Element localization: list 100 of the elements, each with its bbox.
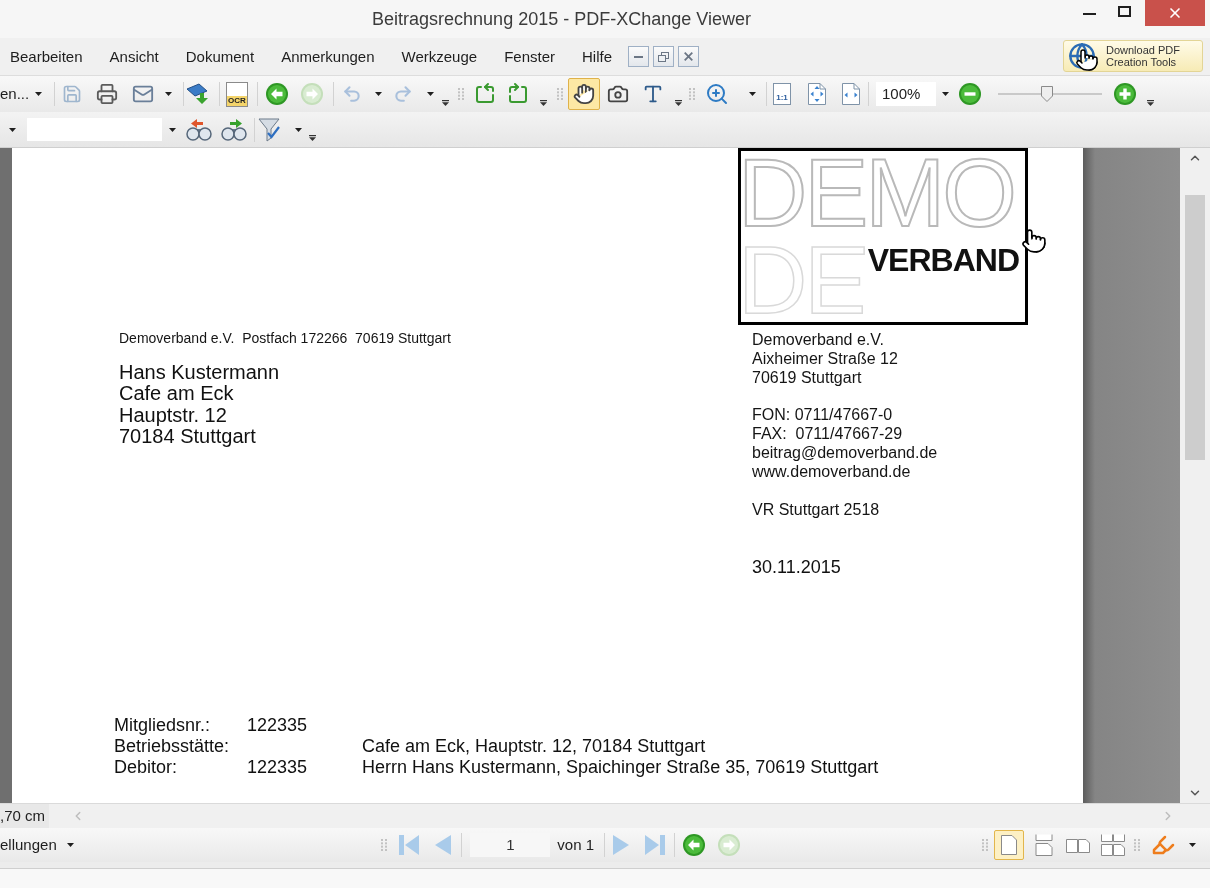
envelope-icon[interactable] [132, 83, 154, 105]
caret-icon[interactable] [66, 843, 74, 847]
sender-line: Demoverband e.V. Postfach 172266 70619 Stuttgart [119, 330, 452, 346]
menu-item[interactable]: Bearbeiten [10, 46, 83, 67]
close-icon [684, 52, 693, 61]
zoom-out-icon[interactable] [959, 83, 981, 105]
single-page-icon [1001, 835, 1017, 855]
overflow-icon[interactable] [1147, 100, 1154, 106]
funnel-icon[interactable] [258, 117, 280, 142]
minimize-button[interactable] [628, 46, 649, 67]
caret-icon[interactable] [295, 127, 302, 132]
close-icon [1167, 5, 1183, 21]
back-arrow-icon[interactable] [266, 83, 288, 105]
detail-label: Betriebsstätte: [114, 736, 230, 757]
binoculars-icon[interactable] [221, 118, 247, 141]
menu-item[interactable]: Ansicht [109, 46, 159, 67]
recipient-address-line: Cafe am Eck [119, 383, 235, 405]
zoom-slider[interactable] [998, 86, 1102, 102]
globe-icon [1068, 42, 1096, 70]
printer-icon[interactable] [96, 83, 118, 105]
overflow-icon[interactable] [675, 100, 682, 106]
hand-icon [573, 83, 595, 105]
recipient-address-line: Hauptstr. 12 [119, 404, 228, 426]
binoculars-icon[interactable] [186, 118, 212, 141]
actual-size-button[interactable]: 1:1 [773, 83, 791, 105]
download-button[interactable]: Download PDF Creation Tools [1063, 40, 1203, 72]
magnifier-icon[interactable] [705, 82, 729, 106]
grip-icon[interactable] [458, 88, 464, 100]
close-button[interactable] [678, 46, 699, 67]
detail-number: 122335 [247, 757, 308, 778]
search-field[interactable] [27, 118, 162, 141]
caret-icon[interactable] [375, 92, 382, 96]
measurement-label: ,70 cm [0, 804, 49, 828]
detail-label: Debitor: [114, 757, 178, 778]
menu-item[interactable]: Anmerkungen [281, 46, 375, 67]
letterhead-line: 70619 Stuttgart [752, 368, 863, 387]
dropdown-button[interactable]: ellungen [0, 832, 74, 858]
hand-tool-button[interactable] [568, 78, 600, 110]
slider-thumb[interactable] [1040, 86, 1053, 102]
grip-icon[interactable] [689, 88, 695, 100]
rotate-right-icon[interactable] [506, 82, 530, 106]
letterhead-line: www.demoverband.de [752, 462, 912, 481]
restore-button[interactable] [653, 46, 674, 67]
caret-icon[interactable] [1189, 843, 1196, 847]
logo-subtitle: VERBAND [867, 244, 1019, 276]
caret-icon[interactable] [35, 92, 43, 96]
grip-icon[interactable] [982, 839, 988, 851]
menu-item[interactable]: Dokument [185, 46, 255, 67]
overflow-icon[interactable] [442, 100, 449, 106]
logo-word: DEMO [741, 151, 1014, 241]
scrollbar-thumb[interactable] [1185, 195, 1205, 460]
recipient-address-line: 70184 Stuttgart [119, 425, 257, 448]
menu-item[interactable]: Werkzeuge [401, 46, 478, 67]
zoom-in-icon[interactable] [1114, 83, 1136, 105]
single-page-button[interactable] [994, 830, 1024, 860]
restore-icon [658, 51, 669, 62]
page-count-label: von 1 [557, 835, 594, 855]
caret-icon[interactable] [9, 127, 16, 132]
fit-page-icon[interactable] [808, 83, 826, 105]
caret-icon[interactable] [165, 92, 172, 96]
zoom-field[interactable]: 100% [876, 82, 936, 106]
grip-icon[interactable] [381, 839, 388, 851]
letterhead-line: Demoverband e.V. [752, 330, 885, 349]
caret-icon[interactable] [427, 92, 434, 96]
maximize-icon[interactable] [1118, 6, 1131, 17]
detail-number: 122335 [247, 715, 308, 736]
close-button[interactable] [1145, 0, 1205, 26]
letterhead-line: FAX: 0711/47667-29 [752, 424, 904, 443]
highlighter-icon[interactable] [1151, 833, 1175, 857]
scanner-icon[interactable] [187, 83, 209, 105]
minimize-icon [634, 55, 643, 58]
camera-icon [607, 83, 629, 105]
open-button[interactable]: en... [0, 81, 50, 107]
overflow-icon[interactable] [540, 100, 547, 106]
hand-cursor-icon [1075, 48, 1099, 72]
detail-label: Mitgliedsnr.: [114, 715, 211, 736]
letterhead-line: Aixheimer Straße 12 [752, 349, 899, 368]
caret-icon[interactable] [749, 92, 756, 96]
continuous-facing-icon [1101, 834, 1125, 856]
menu-item[interactable]: Hilfe [582, 46, 612, 67]
grip-icon[interactable] [557, 88, 563, 100]
caret-icon[interactable] [169, 127, 176, 132]
text-select-icon [642, 83, 664, 105]
detail-text: Herrn Hans Kustermann, Spaichinger Straße 35, 70619 Stuttgart [362, 757, 879, 778]
fit-width-icon[interactable] [842, 83, 860, 105]
grip-icon[interactable] [1134, 839, 1140, 851]
menu-item[interactable]: Fenster [504, 46, 555, 67]
recipient-address-line: Hans Kustermann [119, 362, 281, 384]
caret-icon[interactable] [942, 92, 949, 96]
window-title: Beitragsrechnung 2015 - PDF-XChange Viewer [372, 8, 751, 31]
detail-text: Cafe am Eck, Hauptstr. 12, 70184 Stuttgart [362, 736, 706, 757]
back-arrow-icon[interactable] [683, 834, 705, 856]
facing-pages-icon [1066, 837, 1090, 853]
ocr-button[interactable]: OCR [226, 81, 248, 107]
rotate-left-icon[interactable] [473, 82, 497, 106]
continuous-pages-icon [1034, 834, 1054, 856]
letterhead-line: VR Stuttgart 2518 [752, 500, 881, 519]
letterhead-line: beitrag@demoverband.de [752, 443, 938, 462]
overflow-icon[interactable] [309, 135, 316, 141]
letter-date: 30.11.2015 [752, 557, 842, 578]
